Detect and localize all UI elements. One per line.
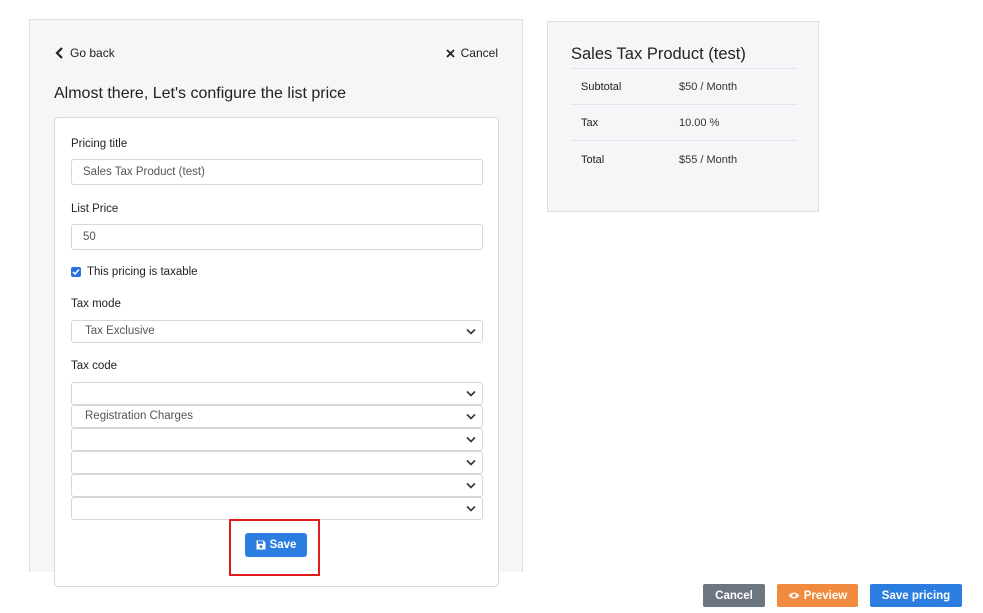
summary-row-label: Total	[581, 154, 605, 166]
panel-topbar: Go back Cancel	[54, 46, 498, 62]
tax-code-value: Registration Charges	[85, 410, 194, 422]
page-title: Almost there, Let's configure the list p…	[54, 85, 347, 102]
summary-row-value: 10.00 %	[679, 117, 720, 129]
go-back-label: Go back	[70, 46, 115, 60]
tax-code-select[interactable]	[71, 428, 483, 451]
tax-mode-select[interactable]: Tax Exclusive	[71, 320, 483, 343]
taxable-checkbox-row[interactable]: This pricing is taxable	[71, 266, 198, 278]
eye-icon	[788, 592, 800, 599]
tax-mode-label: Tax mode	[71, 298, 121, 310]
pricing-title-label: Pricing title	[71, 138, 128, 150]
list-price-input[interactable]: 50	[71, 224, 483, 250]
cancel-button[interactable]: Cancel	[703, 584, 765, 607]
preview-button-label: Preview	[803, 589, 848, 602]
tax-code-select[interactable]	[71, 382, 483, 405]
tax-code-label: Tax code	[71, 360, 118, 372]
summary-row-total: Total $55 / Month	[571, 142, 797, 178]
cancel-button-label: Cancel	[715, 589, 753, 602]
cancel-link-label: Cancel	[460, 46, 498, 60]
summary-row-label: Tax	[581, 117, 599, 129]
save-highlight-box	[229, 519, 320, 576]
check-icon	[72, 269, 80, 276]
summary-title: Sales Tax Product (test)	[571, 45, 746, 63]
chevron-down-icon	[466, 482, 476, 489]
summary-row-label: Subtotal	[581, 81, 622, 93]
taxable-checkbox[interactable]	[71, 267, 81, 277]
summary-row-value: $55 / Month	[679, 154, 738, 166]
chevron-down-icon	[466, 436, 476, 443]
pricing-form: Pricing title Sales Tax Product (test) L…	[54, 117, 499, 587]
save-pricing-button-label: Save pricing	[881, 589, 951, 602]
chevron-left-icon	[55, 47, 63, 59]
chevron-down-icon	[466, 413, 476, 420]
pricing-title-input[interactable]: Sales Tax Product (test)	[71, 159, 483, 185]
cancel-link[interactable]: Cancel	[446, 46, 498, 60]
summary-row-subtotal: Subtotal $50 / Month	[571, 69, 797, 105]
summary-row-tax: Tax 10.00 %	[571, 105, 797, 141]
tax-mode-value: Tax Exclusive	[85, 325, 155, 337]
chevron-down-icon	[466, 390, 476, 397]
tax-code-select[interactable]	[71, 474, 483, 497]
tax-code-select[interactable]: Registration Charges	[71, 405, 483, 428]
pricing-summary-card: Sales Tax Product (test) Subtotal $50 / …	[547, 21, 819, 212]
go-back-link[interactable]: Go back	[54, 46, 115, 60]
divider	[571, 140, 797, 141]
list-price-label: List Price	[71, 203, 119, 215]
summary-row-value: $50 / Month	[679, 81, 738, 93]
close-icon	[446, 48, 455, 58]
pricing-config-panel: Go back Cancel Almost there, Let's confi…	[29, 19, 523, 587]
chevron-down-icon	[466, 505, 476, 512]
taxable-label: This pricing is taxable	[87, 266, 198, 278]
tax-code-select[interactable]	[71, 451, 483, 474]
preview-button[interactable]: Preview	[777, 584, 858, 607]
chevron-down-icon	[466, 459, 476, 466]
save-pricing-button[interactable]: Save pricing	[870, 584, 962, 607]
tax-code-select[interactable]	[71, 497, 483, 520]
chevron-down-icon	[466, 328, 476, 335]
